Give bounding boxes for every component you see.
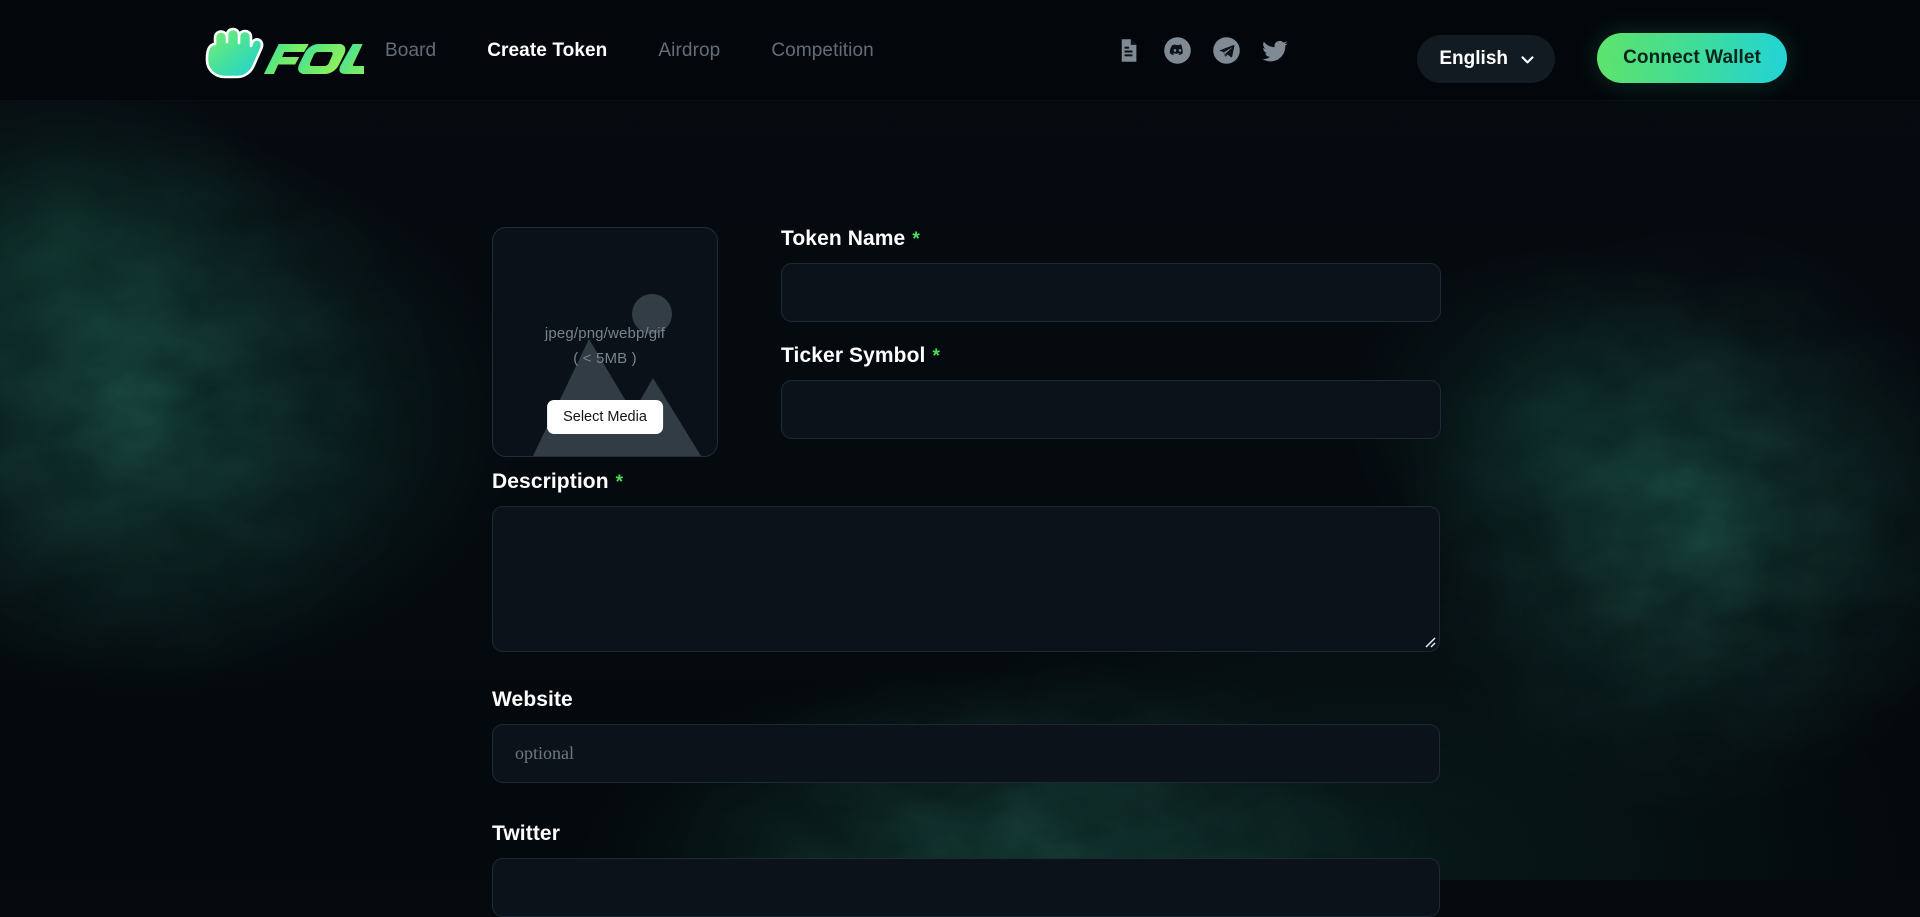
twitter-input[interactable] bbox=[492, 858, 1440, 917]
ticker-symbol-field: Ticker Symbol * bbox=[781, 344, 1441, 439]
ticker-symbol-required-marker: * bbox=[932, 346, 940, 368]
language-selector[interactable]: English bbox=[1417, 35, 1555, 83]
token-name-required-marker: * bbox=[912, 229, 920, 251]
ticker-symbol-input[interactable] bbox=[781, 380, 1441, 439]
description-textarea[interactable] bbox=[492, 506, 1440, 652]
form-top-row: jpeg/png/webp/gif ( < 5MB ) Select Media… bbox=[492, 227, 1441, 457]
ticker-symbol-label-text: Ticker Symbol bbox=[781, 344, 925, 368]
primary-nav-links: Board Create Token Airdrop Competition bbox=[385, 0, 874, 101]
token-name-field: Token Name * bbox=[781, 227, 1441, 322]
description-required-marker: * bbox=[616, 472, 624, 494]
select-media-button[interactable]: Select Media bbox=[547, 400, 663, 434]
twitter-label: Twitter bbox=[492, 822, 1440, 846]
description-label-text: Description bbox=[492, 470, 609, 494]
media-upload-dropzone[interactable]: jpeg/png/webp/gif ( < 5MB ) Select Media bbox=[492, 227, 718, 457]
website-input[interactable] bbox=[492, 724, 1440, 783]
nav-link-board[interactable]: Board bbox=[385, 40, 436, 62]
description-label: Description * bbox=[492, 470, 1440, 494]
docs-icon[interactable] bbox=[1113, 36, 1143, 66]
token-name-label: Token Name * bbox=[781, 227, 1441, 251]
token-name-label-text: Token Name bbox=[781, 227, 905, 251]
brand-logo[interactable] bbox=[196, 30, 364, 76]
top-navigation-bar: Board Create Token Airdrop Competition bbox=[0, 0, 1920, 101]
website-label: Website bbox=[492, 688, 1440, 712]
telegram-icon[interactable] bbox=[1211, 36, 1241, 66]
token-identity-fields: Token Name * Ticker Symbol * bbox=[781, 227, 1441, 439]
nav-link-create-token[interactable]: Create Token bbox=[487, 40, 607, 62]
nav-link-airdrop[interactable]: Airdrop bbox=[658, 40, 720, 62]
create-token-form: jpeg/png/webp/gif ( < 5MB ) Select Media… bbox=[0, 101, 1920, 880]
website-field: Website bbox=[492, 688, 1440, 783]
token-name-input[interactable] bbox=[781, 263, 1441, 322]
website-label-text: Website bbox=[492, 688, 573, 712]
chevron-down-icon bbox=[1519, 51, 1536, 68]
description-field: Description * bbox=[492, 470, 1440, 652]
token-details-fields: Description * Website Twitter bbox=[492, 470, 1440, 917]
four-finger-hand-icon bbox=[196, 27, 364, 79]
ticker-symbol-label: Ticker Symbol * bbox=[781, 344, 1441, 368]
nav-social-links bbox=[1113, 0, 1290, 101]
discord-icon[interactable] bbox=[1162, 36, 1192, 66]
twitter-field: Twitter bbox=[492, 822, 1440, 917]
twitter-icon[interactable] bbox=[1260, 36, 1290, 66]
twitter-label-text: Twitter bbox=[492, 822, 560, 846]
language-selector-label: English bbox=[1439, 48, 1508, 70]
connect-wallet-button[interactable]: Connect Wallet bbox=[1597, 33, 1787, 83]
nav-link-competition[interactable]: Competition bbox=[771, 40, 873, 62]
